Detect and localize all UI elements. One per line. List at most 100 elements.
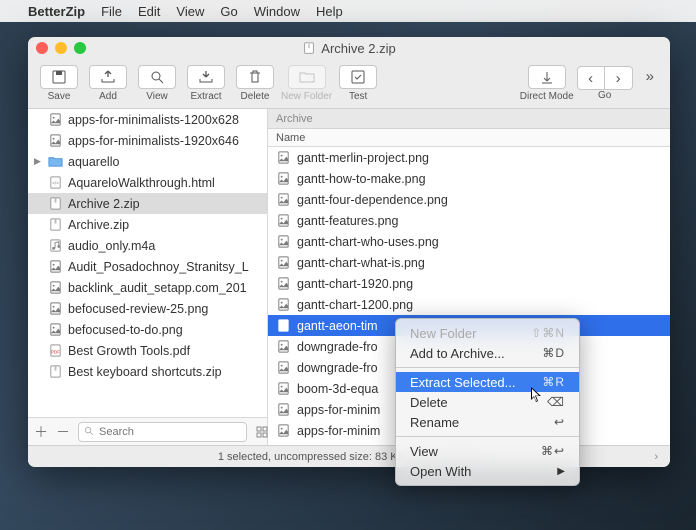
- context-menu-item[interactable]: Extract Selected... ⌘R: [396, 372, 579, 392]
- menu-view[interactable]: View: [176, 4, 204, 19]
- sidebar-item[interactable]: apps-for-minimalists-1920x646: [28, 130, 267, 151]
- archive-row[interactable]: gantt-chart-what-is.png: [268, 252, 670, 273]
- sidebar-item-label: apps-for-minimalists-1200x628: [68, 113, 239, 127]
- keyboard-shortcut: ⇧⌘N: [531, 326, 565, 340]
- menu-window[interactable]: Window: [254, 4, 300, 19]
- svg-text:PDF: PDF: [51, 349, 60, 354]
- menu-item-label: New Folder: [410, 326, 476, 341]
- sidebar-item[interactable]: PDFBest Growth Tools.pdf: [28, 340, 267, 361]
- sidebar-item[interactable]: befocused-to-do.png: [28, 319, 267, 340]
- sidebar-item[interactable]: befocused-review-25.png: [28, 298, 267, 319]
- menu-item-label: Open With: [410, 464, 471, 479]
- sidebar: apps-for-minimalists-1200x628 apps-for-mi…: [28, 109, 268, 445]
- archive-row[interactable]: gantt-four-dependence.png: [268, 189, 670, 210]
- titlebar[interactable]: Archive 2.zip: [28, 37, 670, 59]
- menu-file[interactable]: File: [101, 4, 122, 19]
- menu-betterzip[interactable]: BetterZip: [28, 4, 85, 19]
- sidebar-item[interactable]: Archive.zip: [28, 214, 267, 235]
- archive-row[interactable]: gantt-merlin-project.png: [268, 147, 670, 168]
- sidebar-item-label: Audit_Posadochnoy_Stranitsy_L: [68, 260, 249, 274]
- context-menu-item[interactable]: Delete ⌫: [396, 392, 579, 412]
- menu-item-label: Extract Selected...: [410, 375, 516, 390]
- menu-item-label: Rename: [410, 415, 459, 430]
- maximize-button[interactable]: [74, 42, 86, 54]
- disclosure-triangle-icon[interactable]: ▶: [34, 156, 41, 167]
- close-button[interactable]: [36, 42, 48, 54]
- new-folder-button[interactable]: New Folder: [281, 62, 332, 106]
- minimize-button[interactable]: [55, 42, 67, 54]
- sidebar-item-label: Archive.zip: [68, 218, 129, 232]
- menu-item-label: View: [410, 444, 438, 459]
- sidebar-item-label: Best keyboard shortcuts.zip: [68, 365, 222, 379]
- menu-separator: [396, 436, 579, 437]
- context-menu-item[interactable]: View ⌘↩: [396, 441, 579, 461]
- extract-icon: [198, 69, 214, 85]
- archive-item-label: gantt-four-dependence.png: [297, 193, 448, 207]
- status-chevron-icon[interactable]: ›: [654, 451, 658, 463]
- search-field[interactable]: [78, 422, 247, 442]
- archive-item-label: gantt-chart-who-uses.png: [297, 235, 439, 249]
- menubar: BetterZip File Edit View Go Window Help: [0, 0, 696, 22]
- keyboard-shortcut: ↩: [554, 415, 565, 429]
- sidebar-item[interactable]: Audit_Posadochnoy_Stranitsy_L: [28, 256, 267, 277]
- archive-row[interactable]: gantt-chart-1200.png: [268, 294, 670, 315]
- archive-row[interactable]: gantt-how-to-make.png: [268, 168, 670, 189]
- go-forward-button[interactable]: ›: [605, 66, 633, 90]
- context-menu-item[interactable]: Add to Archive...⌘D: [396, 343, 579, 363]
- remove-source-button[interactable]: －: [56, 422, 70, 442]
- sidebar-item[interactable]: </>AquareloWalkthrough.html: [28, 172, 267, 193]
- menu-item-label: Delete: [410, 395, 448, 410]
- keyboard-shortcut: ⌘↩: [541, 444, 565, 458]
- sidebar-item[interactable]: apps-for-minimalists-1200x628: [28, 109, 267, 130]
- archive-item-label: gantt-chart-1200.png: [297, 298, 413, 312]
- add-button[interactable]: Add: [85, 62, 131, 106]
- sidebar-item[interactable]: audio_only.m4a: [28, 235, 267, 256]
- context-menu-item[interactable]: Rename ↩: [396, 412, 579, 432]
- file-browser-list[interactable]: apps-for-minimalists-1200x628 apps-for-mi…: [28, 109, 267, 417]
- archive-item-label: downgrade-fro: [297, 361, 378, 375]
- go-back-button[interactable]: ‹: [577, 66, 605, 90]
- sidebar-item-label: befocused-review-25.png: [68, 302, 208, 316]
- chevron-left-icon: ‹: [588, 70, 593, 87]
- keyboard-shortcut: ⌫: [547, 395, 565, 409]
- test-button[interactable]: Test: [335, 62, 381, 106]
- toolbar-overflow-icon[interactable]: »: [646, 68, 654, 85]
- toolbar: Save Add View Extract Delete New Folder …: [28, 59, 670, 109]
- sidebar-options-button-1[interactable]: [255, 425, 269, 439]
- keyboard-shortcut: ⌘R: [542, 375, 565, 389]
- menu-separator: [396, 367, 579, 368]
- sidebar-item-label: Archive 2.zip: [68, 197, 140, 211]
- sidebar-item[interactable]: Archive 2.zip: [28, 193, 267, 214]
- sidebar-item[interactable]: Best keyboard shortcuts.zip: [28, 361, 267, 382]
- direct-mode-button[interactable]: Direct Mode: [520, 62, 574, 106]
- archive-item-label: gantt-features.png: [297, 214, 398, 228]
- menu-help[interactable]: Help: [316, 4, 343, 19]
- sidebar-item-label: apps-for-minimalists-1920x646: [68, 134, 239, 148]
- menu-go[interactable]: Go: [220, 4, 237, 19]
- sidebar-item-label: backlink_audit_setapp.com_201: [68, 281, 247, 295]
- extract-button[interactable]: Extract: [183, 62, 229, 106]
- search-icon: [84, 426, 95, 437]
- context-menu-item[interactable]: Open With▶: [396, 461, 579, 481]
- add-source-button[interactable]: ＋: [34, 422, 48, 442]
- archive-item-label: gantt-aeon-tim: [297, 319, 378, 333]
- sidebar-item-label: aquarello: [68, 155, 119, 169]
- archive-item-label: boom-3d-equa: [297, 382, 378, 396]
- search-input[interactable]: [99, 426, 241, 438]
- traffic-lights: [36, 42, 86, 54]
- window-title: Archive 2.zip: [321, 41, 395, 56]
- view-button[interactable]: View: [134, 62, 180, 106]
- save-icon: [51, 69, 67, 85]
- archive-row[interactable]: gantt-chart-1920.png: [268, 273, 670, 294]
- save-button[interactable]: Save: [36, 62, 82, 106]
- menu-edit[interactable]: Edit: [138, 4, 160, 19]
- archive-row[interactable]: gantt-chart-who-uses.png: [268, 231, 670, 252]
- folder-plus-icon: [299, 70, 315, 84]
- sidebar-item[interactable]: backlink_audit_setapp.com_201: [28, 277, 267, 298]
- path-bar[interactable]: Archive: [268, 109, 670, 129]
- sidebar-item[interactable]: ▶ aquarello: [28, 151, 267, 172]
- column-header-name[interactable]: Name: [268, 129, 670, 147]
- archive-row[interactable]: gantt-features.png: [268, 210, 670, 231]
- menu-item-label: Add to Archive...: [410, 346, 505, 361]
- delete-button[interactable]: Delete: [232, 62, 278, 106]
